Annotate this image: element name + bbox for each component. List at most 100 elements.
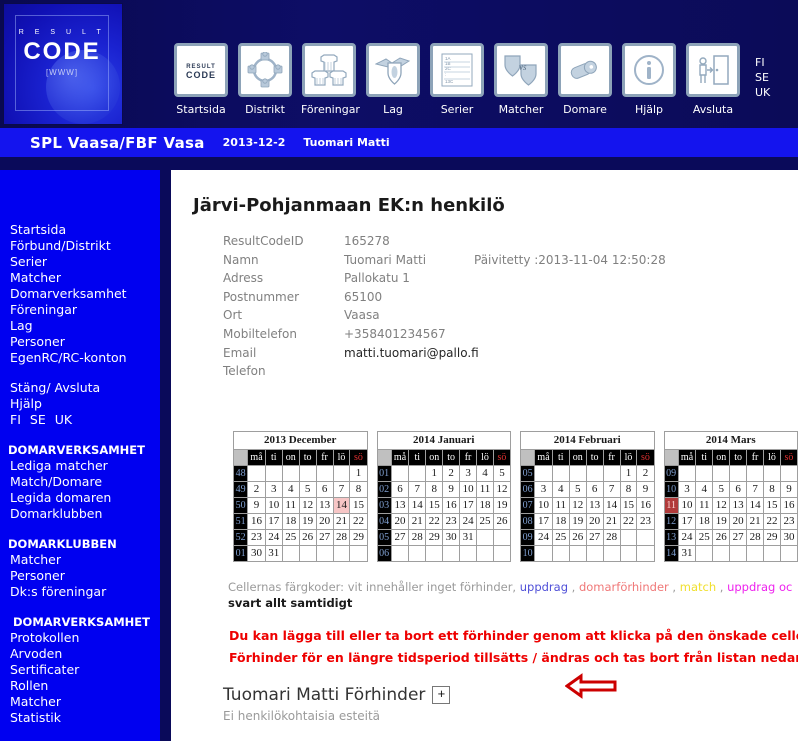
calendar-day-cell[interactable]: 7 (746, 481, 765, 498)
calendar-day-cell[interactable]: 14 (746, 497, 765, 514)
calendar-day-cell[interactable]: 23 (442, 513, 461, 530)
calendar-day-cell[interactable]: 25 (476, 513, 494, 530)
calendar-day-cell[interactable]: 22 (425, 513, 444, 530)
calendar-day-cell[interactable]: 27 (315, 529, 334, 546)
nav-item-avsluta[interactable]: Avsluta (685, 43, 741, 116)
calendar-day-cell[interactable]: 9 (247, 497, 266, 514)
calendar-day-cell[interactable]: 18 (281, 513, 300, 530)
calendar-day-cell[interactable]: 3 (264, 481, 283, 498)
calendar-day-cell[interactable]: 24 (264, 529, 283, 546)
calendar-week-number[interactable]: 05 (519, 465, 536, 482)
calendar-week-number[interactable]: 01 (376, 465, 392, 482)
calendar-day-cell[interactable]: 8 (763, 481, 781, 498)
calendar-day-cell[interactable]: 5 (568, 481, 587, 498)
calendar-day-cell[interactable]: 18 (695, 513, 714, 530)
calendar-week-number[interactable]: 04 (376, 513, 392, 530)
sidebar-item-foreningar[interactable]: Föreningar (0, 302, 160, 318)
resultcode-logo[interactable]: R E S U L T CODE [WWW] (4, 4, 122, 124)
calendar-day-cell[interactable]: 21 (746, 513, 765, 530)
calendar-day-cell[interactable]: 27 (729, 529, 748, 546)
calendar-day-cell[interactable]: 25 (281, 529, 300, 546)
calendar-day-cell[interactable]: 10 (677, 497, 697, 514)
sidebar-item-stang-avsluta[interactable]: Stäng/ Avsluta (0, 380, 160, 396)
nav-item-hjalp[interactable]: Hjälp (621, 43, 677, 116)
sidebar-item-forbund-distrikt[interactable]: Förbund/Distrikt (0, 238, 160, 254)
calendar-day-cell[interactable]: 18 (476, 497, 494, 514)
calendar-day-cell[interactable]: 29 (349, 529, 368, 546)
calendar-day-cell[interactable]: 22 (349, 513, 368, 530)
calendar-week-number[interactable]: 12 (663, 513, 679, 530)
calendar-day-cell[interactable]: 5 (298, 481, 317, 498)
calendar-day-cell[interactable]: 28 (602, 529, 621, 546)
calendar-day-cell[interactable]: 17 (534, 513, 553, 530)
calendar-day-cell[interactable]: 5 (492, 465, 512, 482)
calendar-day-cell[interactable]: 19 (298, 513, 317, 530)
calendar-week-number[interactable]: 08 (519, 513, 536, 530)
calendar-day-cell[interactable]: 15 (619, 497, 638, 514)
calendar-day-cell[interactable]: 2 (247, 481, 266, 498)
calendar-day-cell[interactable]: 11 (551, 497, 570, 514)
calendar-day-cell[interactable]: 27 (585, 529, 604, 546)
calendar-week-number[interactable]: 01 (232, 545, 249, 562)
calendar-day-cell[interactable]: 29 (763, 529, 781, 546)
sidebar-item-dk-matcher[interactable]: Matcher (0, 552, 160, 568)
sidebar-item-domarverksamhet[interactable]: Domarverksamhet (0, 286, 160, 302)
calendar-day-cell[interactable]: 18 (551, 513, 570, 530)
calendar-day-cell[interactable]: 9 (442, 481, 461, 498)
calendar-week-number[interactable]: 49 (232, 481, 249, 498)
calendar-day-cell[interactable]: 16 (247, 513, 266, 530)
calendar-day-cell[interactable]: 7 (408, 481, 427, 498)
calendar-week-number[interactable]: 14 (663, 545, 679, 562)
calendar-day-cell[interactable]: 28 (746, 529, 765, 546)
calendar-day-cell[interactable]: 8 (425, 481, 444, 498)
calendar-week-number[interactable]: 09 (519, 529, 536, 546)
calendar-week-number[interactable]: 10 (663, 481, 679, 498)
calendar-day-cell[interactable]: 20 (390, 513, 410, 530)
calendar-day-cell[interactable]: 17 (677, 513, 697, 530)
calendar-day-cell[interactable]: 3 (459, 465, 478, 482)
nav-item-lag[interactable]: Lag (365, 43, 421, 116)
calendar-day-cell[interactable]: 23 (779, 513, 798, 530)
calendar-week-number[interactable]: 06 (519, 481, 536, 498)
sidebar-item-serier[interactable]: Serier (0, 254, 160, 270)
calendar-day-cell[interactable]: 1 (425, 465, 444, 482)
calendar-day-cell[interactable]: 6 (585, 481, 604, 498)
calendar-day-cell[interactable]: 7 (602, 481, 621, 498)
sidebar-item-arvoden[interactable]: Arvoden (0, 646, 160, 662)
calendar-day-cell[interactable]: 21 (332, 513, 351, 530)
calendar-day-cell[interactable]: 28 (408, 529, 427, 546)
lang-link-fi[interactable]: FI (755, 55, 770, 70)
sidebar-item-protokollen[interactable]: Protokollen (0, 630, 160, 646)
lang-link-se[interactable]: SE (755, 70, 770, 85)
calendar-day-cell[interactable]: 17 (264, 513, 283, 530)
calendar-day-cell[interactable]: 31 (459, 529, 478, 546)
calendar-day-cell[interactable]: 13 (585, 497, 604, 514)
calendar-day-cell[interactable]: 4 (281, 481, 300, 498)
calendar-day-cell[interactable]: 4 (695, 481, 714, 498)
nav-item-foreningar[interactable]: Föreningar (301, 43, 360, 116)
calendar-day-cell[interactable]: 10 (459, 481, 478, 498)
calendar-day-cell[interactable]: 12 (298, 497, 317, 514)
calendar-day-cell[interactable]: 30 (442, 529, 461, 546)
add-forhinder-button[interactable]: + (432, 686, 451, 704)
sidebar-item-statistik[interactable]: Statistik (0, 710, 160, 726)
calendar-week-number[interactable]: 09 (663, 465, 679, 482)
sidebar-lang-fi[interactable]: FI (10, 412, 21, 428)
calendar-day-cell[interactable]: 11 (476, 481, 494, 498)
calendar-week-number[interactable]: 13 (663, 529, 679, 546)
calendar-week-number[interactable]: 48 (232, 465, 249, 482)
calendar-day-cell[interactable]: 22 (763, 513, 781, 530)
calendar-day-cell[interactable]: 27 (390, 529, 410, 546)
calendar-day-cell[interactable]: 28 (332, 529, 351, 546)
calendar-day-cell[interactable]: 17 (459, 497, 478, 514)
nav-item-distrikt[interactable]: Distrikt (237, 43, 293, 116)
calendar-day-cell[interactable]: 25 (695, 529, 714, 546)
calendar-day-cell[interactable]: 19 (492, 497, 512, 514)
calendar-day-cell[interactable]: 16 (636, 497, 655, 514)
calendar-day-cell[interactable]: 9 (636, 481, 655, 498)
calendar-day-cell[interactable]: 2 (442, 465, 461, 482)
calendar-day-cell[interactable]: 14 (602, 497, 621, 514)
nav-item-startsida[interactable]: RESULT CODE Startsida (173, 43, 229, 116)
calendar-day-cell[interactable]: 23 (636, 513, 655, 530)
calendar-day-cell[interactable]: 15 (763, 497, 781, 514)
